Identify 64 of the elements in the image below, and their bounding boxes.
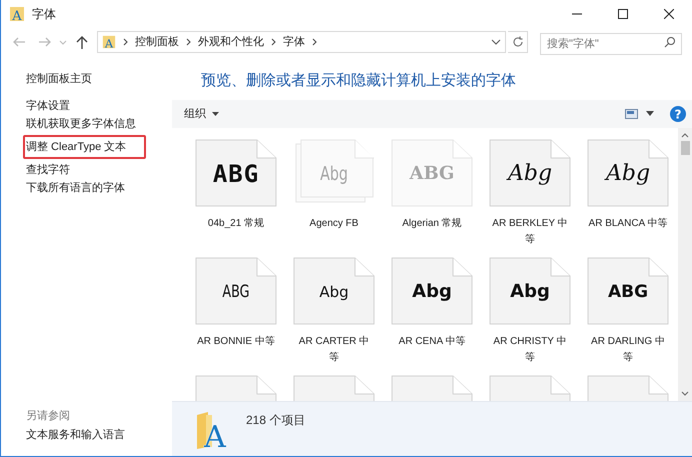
font-name: AR CHRISTY 中等 <box>492 334 568 365</box>
breadcrumb[interactable]: 控制面板 <box>135 34 179 50</box>
font-sample: Abg <box>318 282 350 303</box>
fonts-folder-icon: A <box>9 6 25 22</box>
help-icon[interactable]: ? <box>670 106 686 122</box>
window-title: 字体 <box>32 6 56 23</box>
sidebar-link[interactable]: 联机获取更多字体信息 <box>26 117 172 131</box>
font-name: AR CARTER 中等 <box>298 334 370 365</box>
dropdown-caret-icon[interactable] <box>491 37 501 47</box>
font-name: AR CENA 中等 <box>398 334 466 349</box>
breadcrumb[interactable]: 外观和个性化 <box>198 34 264 50</box>
refresh-button[interactable] <box>508 31 528 53</box>
search-icon <box>664 36 676 48</box>
page-heading: 预览、删除或者显示和隐藏计算机上安装的字体 <box>200 71 517 91</box>
chevron-icon <box>271 38 276 46</box>
scroll-down-icon[interactable] <box>681 390 689 398</box>
sidebar-link[interactable]: 调整 ClearType 文本 <box>23 135 146 159</box>
font-file-icon[interactable] <box>391 257 473 325</box>
see-also-link[interactable]: 文本服务和输入语言 <box>26 428 172 442</box>
caret-icon <box>212 112 219 116</box>
scrollbar[interactable] <box>678 128 692 401</box>
maximize-icon <box>618 9 628 19</box>
font-sample: Abg <box>509 280 551 304</box>
font-sample: Abg <box>411 280 453 304</box>
chevron-icon <box>186 38 191 46</box>
refresh-icon <box>512 36 524 48</box>
see-also-heading: 另请参阅 <box>26 409 71 423</box>
sidebar-link[interactable]: 查找字符 <box>26 163 172 177</box>
font-name: AR BERKLEY 中等 <box>491 216 569 247</box>
view-caret-icon[interactable] <box>646 111 654 117</box>
chevron-icon <box>312 38 317 46</box>
fonts-folder-icon: A <box>102 35 116 49</box>
font-sample: ABG <box>606 281 650 304</box>
organize-menu[interactable]: 组织 <box>184 106 219 122</box>
font-file-icon[interactable] <box>195 139 277 207</box>
chevron-icon <box>123 38 128 46</box>
up-arrow-icon[interactable] <box>75 34 89 50</box>
font-name: AR BONNIE 中等 <box>196 334 276 349</box>
font-name: 04b_21 常规 <box>206 216 266 231</box>
font-sample: Abg <box>319 162 349 187</box>
sidebar-link[interactable]: 字体设置 <box>26 99 172 113</box>
font-file-icon[interactable] <box>489 139 571 207</box>
font-sample: ABG <box>221 281 251 304</box>
font-file-icon[interactable] <box>489 257 571 325</box>
item-count: 218 个项目 <box>246 412 306 429</box>
font-sample: Abg <box>603 160 652 188</box>
address-bar[interactable]: A 控制面板 外观和个性化 字体 <box>97 31 506 53</box>
close-icon <box>664 9 674 19</box>
font-name: AR BLANCA 中等 <box>588 216 668 231</box>
font-sample: ABG <box>212 159 260 189</box>
font-file-icon[interactable] <box>587 139 669 207</box>
sidebar-link[interactable]: 控制面板主页 <box>26 72 172 86</box>
font-sample: Abg <box>505 160 554 188</box>
font-name: AR DARLING 中等 <box>590 334 666 365</box>
scrollbar-thumb[interactable] <box>680 141 690 155</box>
font-sample: ABG <box>408 162 456 186</box>
scroll-up-icon[interactable] <box>681 131 689 139</box>
font-name: Algerian 常规 <box>401 216 463 231</box>
font-name: Agency FB <box>308 217 360 231</box>
sidebar-link[interactable]: 下载所有语言的字体 <box>26 181 172 195</box>
font-file-icon[interactable] <box>587 257 669 325</box>
search-field[interactable]: 搜索"字体" <box>540 33 682 55</box>
view-icon[interactable] <box>625 109 638 119</box>
breadcrumb[interactable]: 字体 <box>283 34 305 50</box>
